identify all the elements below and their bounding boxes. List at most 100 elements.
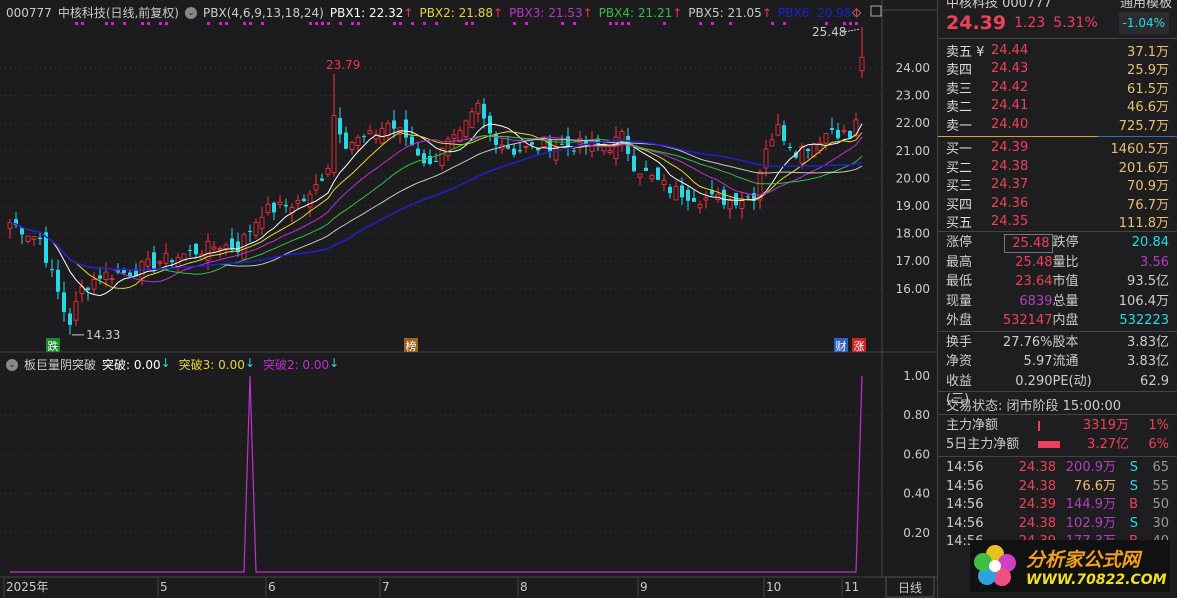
price-tick: 20.00 bbox=[896, 171, 930, 185]
kline-chart[interactable]: 24.00 23.00 22.00 21.00 20.00 19.00 18.00 17.00… bbox=[0, 0, 937, 598]
stat-label: 涨停 bbox=[946, 235, 973, 250]
candle-down bbox=[632, 155, 636, 172]
candle-down bbox=[836, 129, 840, 139]
candle-up bbox=[775, 124, 781, 136]
level-volume: 61.5万 bbox=[1127, 81, 1169, 97]
pbx-value-6: PBX6: 20.98 bbox=[777, 5, 852, 20]
candle-down bbox=[644, 167, 648, 171]
month-label: 6 bbox=[268, 580, 276, 594]
candle-up bbox=[769, 139, 775, 147]
signal-dot bbox=[309, 22, 312, 25]
stat-value: 106.4万 bbox=[1118, 293, 1169, 309]
tick-row: 14:56 24.38 76.6万 S 55 bbox=[938, 478, 1177, 497]
month-label: 7 bbox=[382, 580, 390, 594]
stat-value: 20.84 bbox=[1131, 235, 1169, 250]
signal-dot bbox=[75, 22, 78, 25]
ask-row[interactable]: 卖五 ¥ 24.44 37.1万 bbox=[938, 41, 1177, 60]
candle-up bbox=[223, 244, 229, 249]
ask-row[interactable]: 卖二 24.41 46.6万 bbox=[938, 97, 1177, 115]
candle-down bbox=[62, 292, 66, 313]
level-volume: 70.9万 bbox=[1127, 179, 1169, 195]
bid-row[interactable]: 买三 24.37 70.9万 bbox=[938, 176, 1177, 195]
stat-value: 3.83亿 bbox=[1127, 354, 1169, 369]
candle-down bbox=[422, 153, 426, 164]
candle-up bbox=[553, 146, 559, 161]
stat-label: 换手 bbox=[946, 334, 973, 350]
stat-value: 3.56 bbox=[1140, 254, 1169, 270]
signal-dot bbox=[219, 22, 222, 25]
limit-price-label: 25.48 bbox=[812, 25, 846, 39]
bid-row[interactable]: 买五 24.35 111.8万 bbox=[938, 213, 1177, 232]
signal-dot bbox=[729, 22, 732, 25]
candle-up bbox=[211, 246, 217, 250]
signal-dot bbox=[249, 22, 252, 25]
level-label: 卖五 ¥ bbox=[946, 44, 985, 60]
candle-up bbox=[385, 122, 391, 136]
tick-volume: 102.9万 bbox=[1065, 515, 1116, 531]
candle-up bbox=[607, 150, 613, 153]
indicator-tick: 0.40 bbox=[903, 487, 930, 501]
event-marker-label: 榜 bbox=[406, 339, 417, 353]
stat-label: 最低 bbox=[946, 274, 973, 289]
candle-up bbox=[841, 130, 847, 133]
candle-up bbox=[163, 252, 169, 264]
candle-down bbox=[782, 125, 786, 142]
chart-header: 000777 中核科技(日线,前复权) ⌄ PBX(4,6,9,13,18,24… bbox=[6, 4, 862, 21]
dropdown-icon[interactable]: ⌄ bbox=[185, 6, 197, 19]
ask-row[interactable]: 卖三 24.42 61.5万 bbox=[938, 78, 1177, 97]
bid-row[interactable]: 买四 24.36 76.7万 bbox=[938, 194, 1177, 213]
stat-label: 净资 bbox=[946, 354, 973, 369]
stat-label: 跌停 bbox=[1052, 235, 1079, 250]
signal-dot bbox=[159, 22, 162, 25]
stat-value: 93.5亿 bbox=[1127, 274, 1169, 289]
tick-side: B bbox=[1129, 497, 1138, 512]
bid-row[interactable]: 买二 24.38 201.6万 bbox=[938, 157, 1177, 176]
stat-label: 外盘 bbox=[946, 313, 973, 328]
tick-volume: 76.6万 bbox=[1074, 478, 1116, 494]
tick-side: S bbox=[1129, 478, 1138, 494]
stat-value: 6839 bbox=[1019, 293, 1053, 309]
month-label: 11 bbox=[844, 580, 859, 594]
indicator-name: 板巨量阴突破 bbox=[24, 358, 97, 372]
ask-row[interactable]: 卖四 24.43 25.9万 bbox=[938, 60, 1177, 78]
price-tick: 16.00 bbox=[896, 282, 930, 296]
signal-dot bbox=[699, 22, 702, 25]
dropdown-icon[interactable]: ⌄ bbox=[6, 358, 18, 371]
bid-row[interactable]: 买一 24.39 1460.5万 bbox=[938, 139, 1177, 157]
flow-bar-fill bbox=[1038, 441, 1060, 449]
quote-panel: 中核科技 000777 通用模板 24.39 1.23 5.31% -1.04%… bbox=[937, 0, 1177, 598]
event-marker-label: 跌 bbox=[48, 339, 59, 353]
signal-dot bbox=[513, 22, 516, 25]
tick-count: 55 bbox=[1152, 478, 1169, 494]
tick-price: 24.38 bbox=[1018, 515, 1056, 531]
price-pct: 5.31% bbox=[1053, 15, 1098, 31]
level-volume: 111.8万 bbox=[1118, 216, 1169, 232]
signal-dot bbox=[783, 22, 786, 25]
stat-label: 量比 bbox=[1052, 254, 1079, 270]
signal-dot bbox=[351, 22, 354, 25]
ask-row[interactable]: 卖一 24.40 725.7万 bbox=[938, 115, 1177, 134]
candle-down bbox=[38, 237, 42, 240]
down-arrow-icon: ↓ bbox=[329, 356, 340, 370]
signal-dot bbox=[339, 22, 342, 25]
template-label[interactable]: 通用模板 bbox=[1120, 0, 1172, 10]
stat-value: 532223 bbox=[1119, 313, 1169, 328]
signal-dot bbox=[423, 22, 426, 25]
signal-dot bbox=[621, 22, 624, 25]
month-label: 8 bbox=[520, 580, 528, 594]
tick-count: 65 bbox=[1152, 460, 1169, 475]
level-price: 24.42 bbox=[991, 79, 1029, 95]
stock-code: 000777 bbox=[6, 5, 52, 20]
candle-up bbox=[649, 175, 655, 180]
indicator-value-1: 突破: 0.00 bbox=[102, 358, 161, 372]
tick-price: 24.38 bbox=[1018, 460, 1056, 475]
signal-dot bbox=[411, 22, 414, 25]
tick-volume: 144.9万 bbox=[1065, 497, 1116, 512]
candle-up bbox=[367, 130, 373, 135]
price-tick: 19.00 bbox=[896, 199, 930, 213]
pbx-value-2: PBX2: 21.88 bbox=[419, 5, 493, 20]
stat-value: 25.48 bbox=[1004, 234, 1053, 253]
level-label: 卖三 bbox=[946, 81, 973, 97]
candle-down bbox=[230, 238, 234, 249]
month-label: 2025年 bbox=[6, 580, 49, 594]
